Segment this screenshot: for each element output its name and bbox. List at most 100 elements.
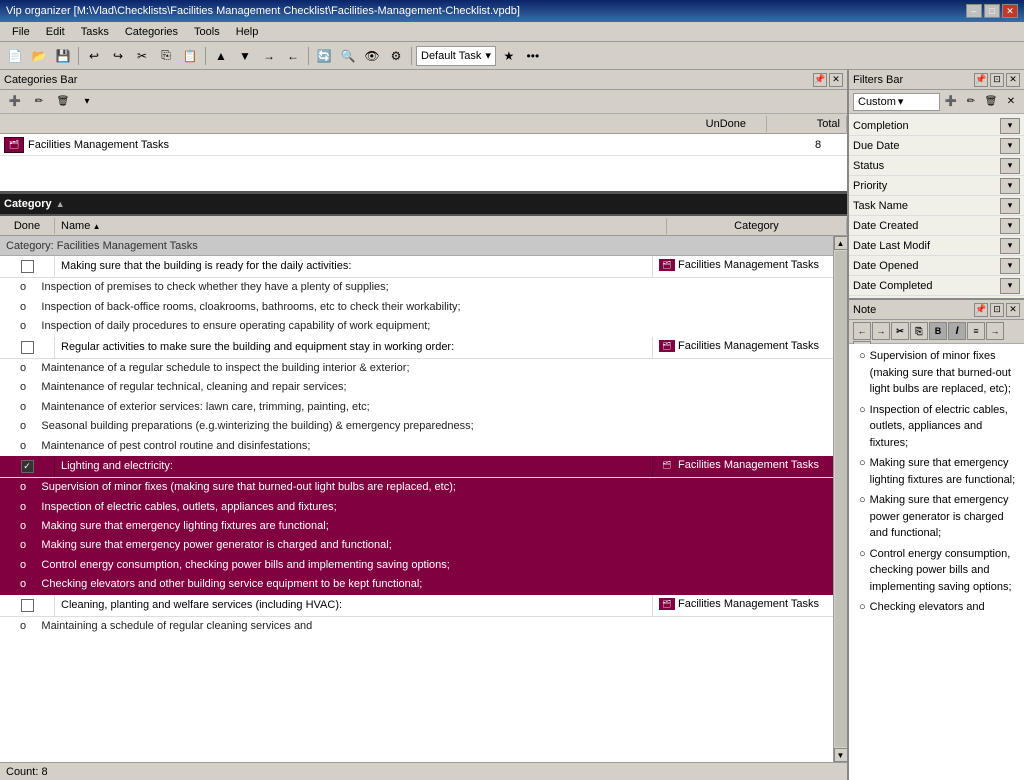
open-button[interactable]: 📂 (28, 45, 50, 67)
task-list-body[interactable]: Category: Facilities Management Tasks Ma… (0, 236, 833, 762)
filter-row-completion[interactable]: Completion ▾ (849, 116, 1024, 136)
cat-delete-button[interactable]: 🗑 (52, 91, 74, 113)
filter-row-taskname[interactable]: Task Name ▾ (849, 196, 1024, 216)
filter-close-btn[interactable]: ✕ (1002, 93, 1020, 111)
menu-tools[interactable]: Tools (186, 24, 228, 40)
filter-priority-dropdown[interactable]: ▾ (1000, 178, 1020, 194)
categories-bar-title: Categories Bar (4, 74, 77, 86)
filter-add-button[interactable]: ➕ (942, 93, 960, 111)
task-done-cell[interactable]: ✓ (0, 456, 55, 477)
title-bar: Vip organizer [M:\Vlad\Checklists\Facili… (0, 0, 1024, 22)
filters-pin-button[interactable]: 📌 (974, 73, 988, 87)
categories-pin-button[interactable]: 📌 (813, 73, 827, 87)
dots-button[interactable]: ••• (522, 45, 544, 67)
table-row[interactable]: ✓ Lighting and electricity: 🗂 Facilities… (0, 456, 833, 478)
filter-status-dropdown[interactable]: ▾ (1000, 158, 1020, 174)
note-pin-button[interactable]: 📌 (974, 303, 988, 317)
filter-delete-button[interactable]: 🗑 (982, 93, 1000, 111)
vertical-scrollbar[interactable]: ▲ ▼ (833, 236, 847, 762)
note-copy-button[interactable]: ⎘ (910, 322, 928, 340)
filter-row-datecompleted[interactable]: Date Completed ▾ (849, 276, 1024, 296)
filter-row-duedate[interactable]: Due Date ▾ (849, 136, 1024, 156)
filter-edit-button[interactable]: ✏ (962, 93, 980, 111)
filter-datecreated-dropdown[interactable]: ▾ (1000, 218, 1020, 234)
note-forward-button[interactable]: → (872, 322, 890, 340)
note-indent-button[interactable]: → (986, 322, 1004, 340)
table-row[interactable]: Cleaning, planting and welfare services … (0, 595, 833, 617)
filter-row-priority[interactable]: Priority ▾ (849, 176, 1024, 196)
note-cut-button[interactable]: ✂ (891, 322, 909, 340)
filters-close-button[interactable]: ✕ (1006, 73, 1020, 87)
filter-row-dateopened[interactable]: Date Opened ▾ (849, 256, 1024, 276)
main-container: Categories Bar 📌 ✕ ➕ ✏ 🗑 ▾ UnDone Total … (0, 70, 1024, 780)
note-back-button[interactable]: ← (853, 322, 871, 340)
menu-file[interactable]: File (4, 24, 38, 40)
table-row[interactable]: Regular activities to make sure the buil… (0, 337, 833, 359)
task-done-cell[interactable] (0, 337, 55, 358)
star-button[interactable]: ★ (498, 45, 520, 67)
cat-more-button[interactable]: ▾ (76, 91, 98, 113)
toolbar-separator-2 (205, 47, 206, 65)
filter-lastmodified-dropdown[interactable]: ▾ (1000, 238, 1020, 254)
filter-duedate-dropdown[interactable]: ▾ (1000, 138, 1020, 154)
filter-dateopened-dropdown[interactable]: ▾ (1000, 258, 1020, 274)
note-content[interactable]: ○ Supervision of minor fixes (making sur… (849, 344, 1024, 780)
note-bold-button[interactable]: B (929, 322, 947, 340)
note-restore-button[interactable]: ⊡ (990, 303, 1004, 317)
menu-edit[interactable]: Edit (38, 24, 73, 40)
cat-add-button[interactable]: ➕ (4, 91, 26, 113)
table-row[interactable]: Making sure that the building is ready f… (0, 256, 833, 278)
category-row[interactable]: 🗂 Facilities Management Tasks 8 (0, 134, 847, 156)
filter-taskname-dropdown[interactable]: ▾ (1000, 198, 1020, 214)
filter-completion-dropdown[interactable]: ▾ (1000, 118, 1020, 134)
menu-tasks[interactable]: Tasks (73, 24, 117, 40)
up-button[interactable]: ▲ (210, 45, 232, 67)
view-button[interactable]: 👁 (361, 45, 383, 67)
task-checkbox[interactable] (21, 260, 34, 273)
redo-button[interactable]: ↪ (107, 45, 129, 67)
settings-button[interactable]: ⚙ (385, 45, 407, 67)
name-col-header[interactable]: Name (55, 218, 667, 234)
category-col-header[interactable]: Category (667, 218, 847, 234)
filter-label-datecreated: Date Created (853, 220, 1000, 232)
minimize-button[interactable]: – (966, 4, 982, 18)
task-done-cell[interactable] (0, 256, 55, 277)
note-close-button[interactable]: ✕ (1006, 303, 1020, 317)
filter-row-lastmodified[interactable]: Date Last Modif ▾ (849, 236, 1024, 256)
default-task-dropdown[interactable]: Default Task ▾ (416, 46, 496, 66)
outdent-button[interactable]: ← (282, 45, 304, 67)
close-button[interactable]: ✕ (1002, 4, 1018, 18)
note-italic-button[interactable]: I (948, 322, 966, 340)
task-checkbox[interactable] (21, 341, 34, 354)
filter-preset-dropdown[interactable]: Custom ▾ (853, 93, 940, 111)
cut-button[interactable]: ✂ (131, 45, 153, 67)
paste-button[interactable]: 📋 (179, 45, 201, 67)
done-col-header[interactable]: Done (0, 218, 55, 234)
copy-button[interactable]: ⎘ (155, 45, 177, 67)
categories-close-button[interactable]: ✕ (829, 73, 843, 87)
note-panel-header: Note 📌 ⊡ ✕ (849, 300, 1024, 320)
filter-datecompleted-dropdown[interactable]: ▾ (1000, 278, 1020, 294)
filter-button[interactable]: 🔍 (337, 45, 359, 67)
scroll-track[interactable] (835, 251, 847, 747)
menu-categories[interactable]: Categories (117, 24, 186, 40)
down-button[interactable]: ▼ (234, 45, 256, 67)
note-list-button[interactable]: ≡ (967, 322, 985, 340)
task-checkbox[interactable]: ✓ (21, 460, 34, 473)
filter-row-datecreated[interactable]: Date Created ▾ (849, 216, 1024, 236)
task-checkbox[interactable] (21, 599, 34, 612)
list-item: o Checking elevators and other building … (0, 575, 833, 594)
refresh-button[interactable]: 🔄 (313, 45, 335, 67)
cat-edit-button[interactable]: ✏ (28, 91, 50, 113)
maximize-button[interactable]: □ (984, 4, 1000, 18)
task-done-cell[interactable] (0, 595, 55, 616)
menu-help[interactable]: Help (228, 24, 267, 40)
undo-button[interactable]: ↩ (83, 45, 105, 67)
new-task-button[interactable]: 📄 (4, 45, 26, 67)
filters-restore-button[interactable]: ⊡ (990, 73, 1004, 87)
filter-row-status[interactable]: Status ▾ (849, 156, 1024, 176)
scroll-up-button[interactable]: ▲ (834, 236, 848, 250)
save-button[interactable]: 💾 (52, 45, 74, 67)
scroll-down-button[interactable]: ▼ (834, 748, 848, 762)
indent-button[interactable]: → (258, 45, 280, 67)
